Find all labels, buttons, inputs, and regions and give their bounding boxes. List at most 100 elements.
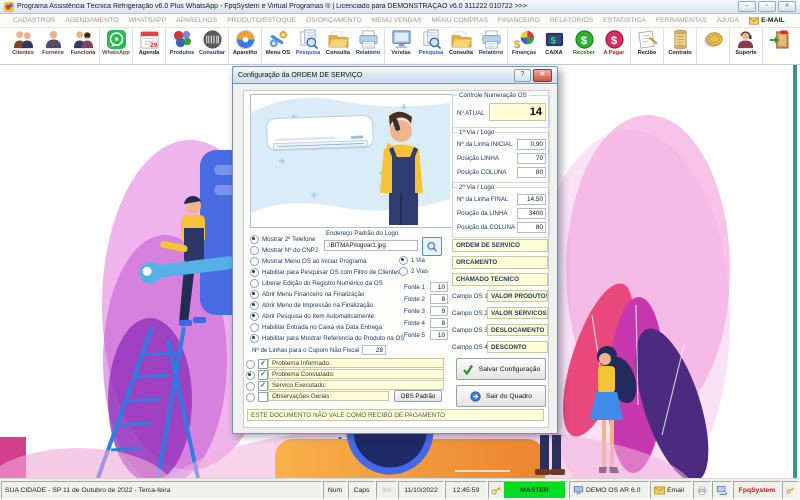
- problema-constatado-field[interactable]: Problema Constatado:: [268, 369, 444, 379]
- maximize-button[interactable]: ▫: [758, 1, 776, 12]
- fonte-3-field[interactable]: 9: [430, 306, 448, 316]
- fonte-1-field[interactable]: 10: [430, 282, 448, 292]
- checkbox-icon[interactable]: [258, 359, 268, 369]
- minimize-button[interactable]: –: [738, 1, 756, 12]
- fonte-5-field[interactable]: 10: [430, 330, 448, 340]
- status-email[interactable]: Email: [650, 481, 692, 499]
- menu-item-produto-estoque[interactable]: PRODUTO/ESTOQUE: [222, 17, 301, 24]
- toolbar-button-pesquisa-vendas[interactable]: Pesquisa: [416, 28, 446, 64]
- radio-icon[interactable]: [250, 246, 259, 255]
- menu-item-menu-compras[interactable]: MENU COMPRAS: [427, 17, 493, 24]
- checkbox-icon[interactable]: [258, 381, 268, 391]
- toolbar-button-pesquisa-os[interactable]: Pesquisa: [293, 28, 323, 64]
- dialog-titlebar[interactable]: Configuração da ORDEM DE SERVIÇO ? ✕: [232, 66, 558, 84]
- campo-os-3-field[interactable]: DESLOCAMENTO: [487, 324, 548, 336]
- numero-atual-field[interactable]: 14: [489, 103, 546, 121]
- checkbox-icon[interactable]: [258, 370, 268, 380]
- toolbar-button-relatorio-vendas[interactable]: Relatório: [476, 28, 506, 64]
- toolbar-button-vendas[interactable]: Vendas: [386, 28, 416, 64]
- menu-item-estatistica[interactable]: ESTATISTICA: [598, 17, 651, 24]
- radio-icon[interactable]: [250, 235, 259, 244]
- section-problema-informado[interactable]: [246, 359, 268, 369]
- radio-icon[interactable]: [250, 312, 259, 321]
- radio-icon[interactable]: [250, 301, 259, 310]
- option-pesquisa-item-auto[interactable]: Abrir Pesquisa do Item Automaticamente: [250, 312, 374, 321]
- toolbar-button-menu-os[interactable]: Menu OS: [263, 28, 293, 64]
- close-button[interactable]: ✕: [778, 1, 796, 12]
- toolbar-button-recibo[interactable]: Recibo: [632, 28, 662, 64]
- radio-icon[interactable]: [250, 257, 259, 266]
- salvar-configuracao-button[interactable]: Salvar Configuração: [456, 358, 546, 380]
- option-referencia-produto[interactable]: Habilitar para Mostrar Referencia do Pro…: [250, 334, 404, 343]
- toolbar-button-consultar-produto[interactable]: Consultar: [197, 28, 227, 64]
- titulo-chamado-tecnico-field[interactable]: CHAMADO TECNICO: [452, 273, 548, 286]
- toolbar-button-sair[interactable]: [764, 28, 794, 64]
- toolbar-button-moeda[interactable]: [698, 28, 728, 64]
- radio-icon[interactable]: [246, 381, 255, 391]
- toolbar-button-a-pagar[interactable]: A Pagar: [599, 28, 629, 64]
- status-network[interactable]: [712, 481, 732, 499]
- menu-item-agendamento[interactable]: AGENDAMENTO: [60, 17, 123, 24]
- menu-item-relatorios[interactable]: RELATÓRIOS: [545, 17, 598, 24]
- menu-item-cadastros[interactable]: CADASTROS: [8, 17, 60, 24]
- toolbar-button-aparelho[interactable]: Aparelho: [230, 28, 260, 64]
- toolbar-button-relatorio-os[interactable]: Relatório: [353, 28, 383, 64]
- posicao-linha-field[interactable]: 70: [517, 153, 546, 164]
- radio-icon[interactable]: [250, 334, 259, 343]
- toolbar-button-receber[interactable]: Receber: [569, 28, 599, 64]
- linha-inicial-field[interactable]: 0,90: [517, 139, 546, 150]
- radio-icon[interactable]: [250, 290, 259, 299]
- toolbar-button-whatsapp[interactable]: WhatsApp: [101, 28, 131, 64]
- radio-icon[interactable]: [246, 392, 255, 402]
- browse-logo-button[interactable]: [422, 237, 442, 256]
- toolbar-button-contrato[interactable]: Contrato: [665, 28, 695, 64]
- option-entrada-caixa-data[interactable]: Habilitar Entrada no Caixa via Data Entr…: [250, 323, 382, 332]
- toolbar-button-agenda[interactable]: Agenda: [134, 28, 164, 64]
- section-problema-constatado[interactable]: [246, 370, 268, 380]
- posicao-coluna2-field[interactable]: 80: [517, 222, 546, 233]
- fonte-4-field[interactable]: 8: [430, 318, 448, 328]
- menu-item-whatsapp[interactable]: WHATSAPP: [123, 17, 171, 24]
- servico-executado-field[interactable]: Servico Executado:: [268, 380, 444, 390]
- option-mostrar-menu-os[interactable]: Mostrar Menu OS ao Iniciar Programa: [250, 257, 367, 266]
- menu-item-os-orcamento[interactable]: OS/ORÇAMENTO: [301, 17, 367, 24]
- obs-padrao-button[interactable]: OBS Padrão: [394, 390, 442, 402]
- radio-1-via[interactable]: 1 Via: [399, 256, 425, 265]
- toolbar-button-consulta-os[interactable]: Consulta: [323, 28, 353, 64]
- status-printer[interactable]: [693, 481, 711, 499]
- radio-icon[interactable]: [246, 370, 255, 380]
- section-servico-executado[interactable]: [246, 381, 268, 391]
- radio-2-vias[interactable]: 2 Vias: [399, 267, 428, 276]
- toolbar-button-consulta-vendas[interactable]: Consulta: [446, 28, 476, 64]
- toolbar-button-clientes[interactable]: Clientes: [8, 28, 38, 64]
- option-menu-impressao[interactable]: Abrir Menu de Impressão na Finalização: [250, 301, 373, 310]
- option-mostrar-cnpj[interactable]: Mostrar Nº do CNPJ: [250, 246, 318, 255]
- toolbar-button-funcionario[interactable]: Funciona: [68, 28, 98, 64]
- radio-icon[interactable]: [399, 267, 408, 276]
- menu-item-aparelhos[interactable]: APARELHOS: [171, 17, 222, 24]
- menu-item-ajuda[interactable]: AJUDA: [712, 17, 744, 24]
- menu-item-menu-vendas[interactable]: MENU VENDAS: [367, 17, 427, 24]
- problema-informado-field[interactable]: Problema Informado:: [268, 358, 444, 368]
- radio-icon[interactable]: [250, 323, 259, 332]
- toolbar-button-caixa[interactable]: CAIXA: [539, 28, 569, 64]
- logo-path-field[interactable]: .\BITMAP\logoar1.jpg: [324, 240, 418, 251]
- dialog-help-button[interactable]: ?: [514, 68, 531, 82]
- posicao-linha2-field[interactable]: 3400: [517, 208, 546, 219]
- section-observacoes-gerais[interactable]: [246, 392, 268, 402]
- radio-icon[interactable]: [246, 359, 255, 369]
- cupom-linhas-field[interactable]: 28: [362, 345, 386, 355]
- radio-icon[interactable]: [250, 279, 259, 288]
- radio-icon[interactable]: [399, 256, 408, 265]
- toolbar-button-financas[interactable]: Finanças: [509, 28, 539, 64]
- fonte-2-field[interactable]: 8: [430, 294, 448, 304]
- option-menu-financeiro[interactable]: Abrir Menu Financeiro na Finalização: [250, 290, 365, 299]
- toolbar-button-produtos[interactable]: Produtos: [167, 28, 197, 64]
- option-liberar-edicao-registro[interactable]: Liberar Edição do Registro Numérico da O…: [250, 279, 383, 288]
- radio-icon[interactable]: [250, 268, 259, 277]
- campo-os-4-field[interactable]: DESCONTO: [487, 341, 548, 353]
- titulo-ordem-servico-field[interactable]: ORDEM DE SERVICO: [452, 239, 548, 252]
- observacoes-gerais-field[interactable]: Observações Gerais:: [268, 391, 389, 401]
- menu-item-ferramentas[interactable]: FERRAMENTAS: [651, 17, 712, 24]
- menu-item-financeiro[interactable]: FINANCEIRO: [493, 17, 545, 24]
